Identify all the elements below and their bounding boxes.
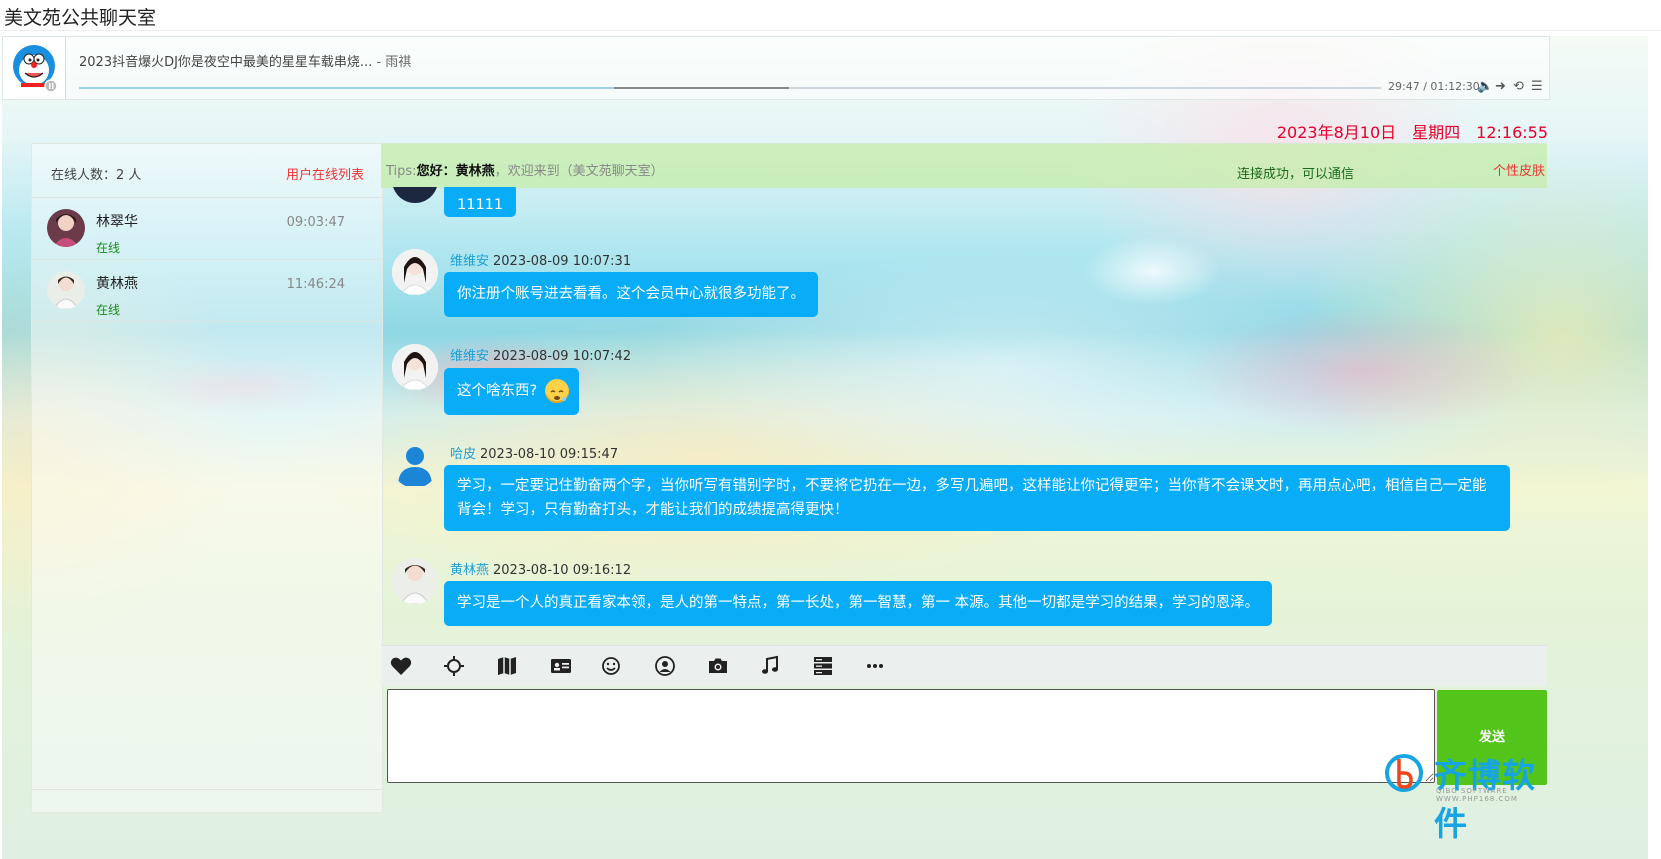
tips-greeting: 您好： bbox=[416, 164, 456, 179]
volume-icon[interactable]: 🔈 bbox=[1477, 79, 1493, 94]
repeat-icon[interactable]: ⟲ bbox=[1513, 79, 1524, 94]
server-icon[interactable] bbox=[811, 654, 835, 678]
online-count: 在线人数：2 人 bbox=[51, 168, 142, 183]
message-bubble: 你注册个账号进去看看。这个会员中心就很多功能了。 bbox=[444, 272, 818, 317]
online-list-link[interactable]: 用户在线列表 bbox=[286, 164, 364, 183]
message-text: 这个啥东西? bbox=[457, 383, 538, 399]
current-datetime: 2023年8月10日 星期四 12:16:55 bbox=[1277, 119, 1548, 143]
user-name: 林翠华 bbox=[96, 214, 138, 230]
user-name: 黄林燕 bbox=[96, 276, 138, 292]
window-title: 美文苑公共聊天室 bbox=[4, 7, 157, 29]
message-meta: 哈皮 2023-08-10 09:15:47 bbox=[450, 443, 618, 462]
message-list[interactable]: 11111 维维安 2023-08-09 10:07:31 你注册个账号进去看看。… bbox=[381, 187, 1547, 645]
message-time: 2023-08-10 09:15:47 bbox=[480, 447, 619, 462]
message-time: 2023-08-09 10:07:31 bbox=[493, 254, 632, 269]
message-bubble: 11111 bbox=[444, 187, 517, 217]
heart-icon[interactable] bbox=[389, 654, 413, 678]
online-panel-footer bbox=[32, 789, 382, 812]
next-icon[interactable]: ➜ bbox=[1495, 79, 1506, 94]
message-time: 2023-08-09 10:07:42 bbox=[493, 349, 632, 364]
connection-status: 连接成功，可以通信 bbox=[1237, 167, 1355, 182]
album-cover[interactable] bbox=[3, 37, 66, 99]
map-icon[interactable] bbox=[495, 654, 519, 678]
user-status: 在线 bbox=[96, 241, 121, 255]
message-bubble: 这个啥东西? bbox=[444, 368, 580, 415]
watermark-subtitle: QIBO SOFTWARE WWW.PHP168.COM bbox=[1436, 787, 1518, 803]
avatar bbox=[47, 209, 85, 247]
window-titlebar: 美文苑公共聊天室 bbox=[0, 0, 1661, 31]
avatar bbox=[392, 344, 438, 390]
song-name: 2023抖音爆火DJ你是夜空中最美的星星车载串烧... bbox=[79, 55, 373, 70]
message-author[interactable]: 维维安 bbox=[450, 349, 489, 364]
playlist-icon[interactable]: ☰ bbox=[1531, 79, 1543, 94]
online-user-row[interactable]: 林翠华 在线 09:03:47 bbox=[32, 198, 382, 260]
message-bubble: 学习，一定要记住勤奋两个字，当你听写有错别字时，不要将它扔在一边，多写几遍吧，这… bbox=[444, 465, 1510, 531]
user-login-time: 11:46:24 bbox=[286, 277, 345, 292]
tips-bar: Tips:您好：黄林燕，欢迎来到（美文苑聊天室） 连接成功，可以通信 个性皮肤 bbox=[381, 143, 1547, 188]
message-meta: 维维安 2023-08-09 10:07:31 bbox=[450, 250, 631, 269]
avatar bbox=[47, 271, 85, 309]
avatar bbox=[392, 249, 438, 295]
qibo-watermark: 齐博软件 QIBO SOFTWARE WWW.PHP168.COM bbox=[1382, 749, 1560, 843]
online-user-row[interactable]: 黄林燕 在线 11:46:24 bbox=[32, 260, 382, 322]
user-login-time: 09:03:47 bbox=[286, 215, 345, 230]
online-panel-header: 在线人数：2 人 用户在线列表 bbox=[32, 144, 382, 198]
id-card-icon[interactable] bbox=[549, 654, 573, 678]
skin-link[interactable]: 个性皮肤 bbox=[1493, 160, 1545, 179]
chat-toolbar bbox=[381, 645, 1547, 686]
current-time: 12:16:55 bbox=[1476, 123, 1548, 142]
tips-text: Tips:您好：黄林燕，欢迎来到（美文苑聊天室） bbox=[386, 160, 664, 179]
avatar bbox=[392, 442, 438, 488]
message-author[interactable]: 黄林燕 bbox=[450, 563, 489, 578]
music-player: 2023抖音爆火DJ你是夜空中最美的星星车载串烧... - 雨祺 29:47 /… bbox=[2, 36, 1550, 100]
tips-username: 黄林燕 bbox=[455, 164, 495, 179]
progress-bar[interactable] bbox=[79, 87, 1381, 89]
online-users-panel: 在线人数：2 人 用户在线列表 林翠华 在线 09:03:47 黄林燕 在线 1 bbox=[31, 143, 383, 813]
progress-buffer bbox=[614, 87, 789, 89]
avatar bbox=[392, 187, 438, 203]
message-meta: 维维安 2023-08-09 10:07:42 bbox=[450, 345, 631, 364]
current-weekday: 星期四 bbox=[1412, 123, 1461, 142]
current-date: 2023年8月10日 bbox=[1276, 123, 1397, 142]
message-bubble: 学习是一个人的真正看家本领，是人的第一特点，第一长处，第一智慧，第一 本源。其他… bbox=[444, 581, 1273, 626]
play-time: 29:47 / 01:12:30 bbox=[1388, 80, 1480, 93]
qibo-logo-icon bbox=[1385, 754, 1423, 792]
user-status: 在线 bbox=[96, 303, 121, 317]
message-input[interactable] bbox=[387, 689, 1435, 783]
more-icon[interactable] bbox=[863, 654, 887, 678]
tips-prefix: Tips: bbox=[386, 164, 417, 179]
song-artist: - 雨祺 bbox=[372, 55, 412, 70]
message-time: 2023-08-10 09:16:12 bbox=[493, 563, 632, 578]
message-meta: 黄林燕 2023-08-10 09:16:12 bbox=[450, 559, 631, 578]
smile-icon[interactable] bbox=[599, 654, 623, 678]
avatar bbox=[392, 558, 438, 604]
music-icon[interactable] bbox=[758, 654, 782, 678]
message-author[interactable]: 维维安 bbox=[450, 254, 489, 269]
tips-welcome: ，欢迎来到（美文苑聊天室） bbox=[494, 164, 664, 179]
user-circle-icon[interactable] bbox=[653, 654, 677, 678]
message-author[interactable]: 哈皮 bbox=[450, 447, 476, 462]
song-title: 2023抖音爆火DJ你是夜空中最美的星星车载串烧... - 雨祺 bbox=[79, 51, 411, 70]
emoji-sleepy-icon bbox=[545, 379, 570, 403]
progress-fill bbox=[79, 87, 613, 89]
camera-icon[interactable] bbox=[706, 654, 730, 678]
sun-icon[interactable] bbox=[442, 654, 466, 678]
